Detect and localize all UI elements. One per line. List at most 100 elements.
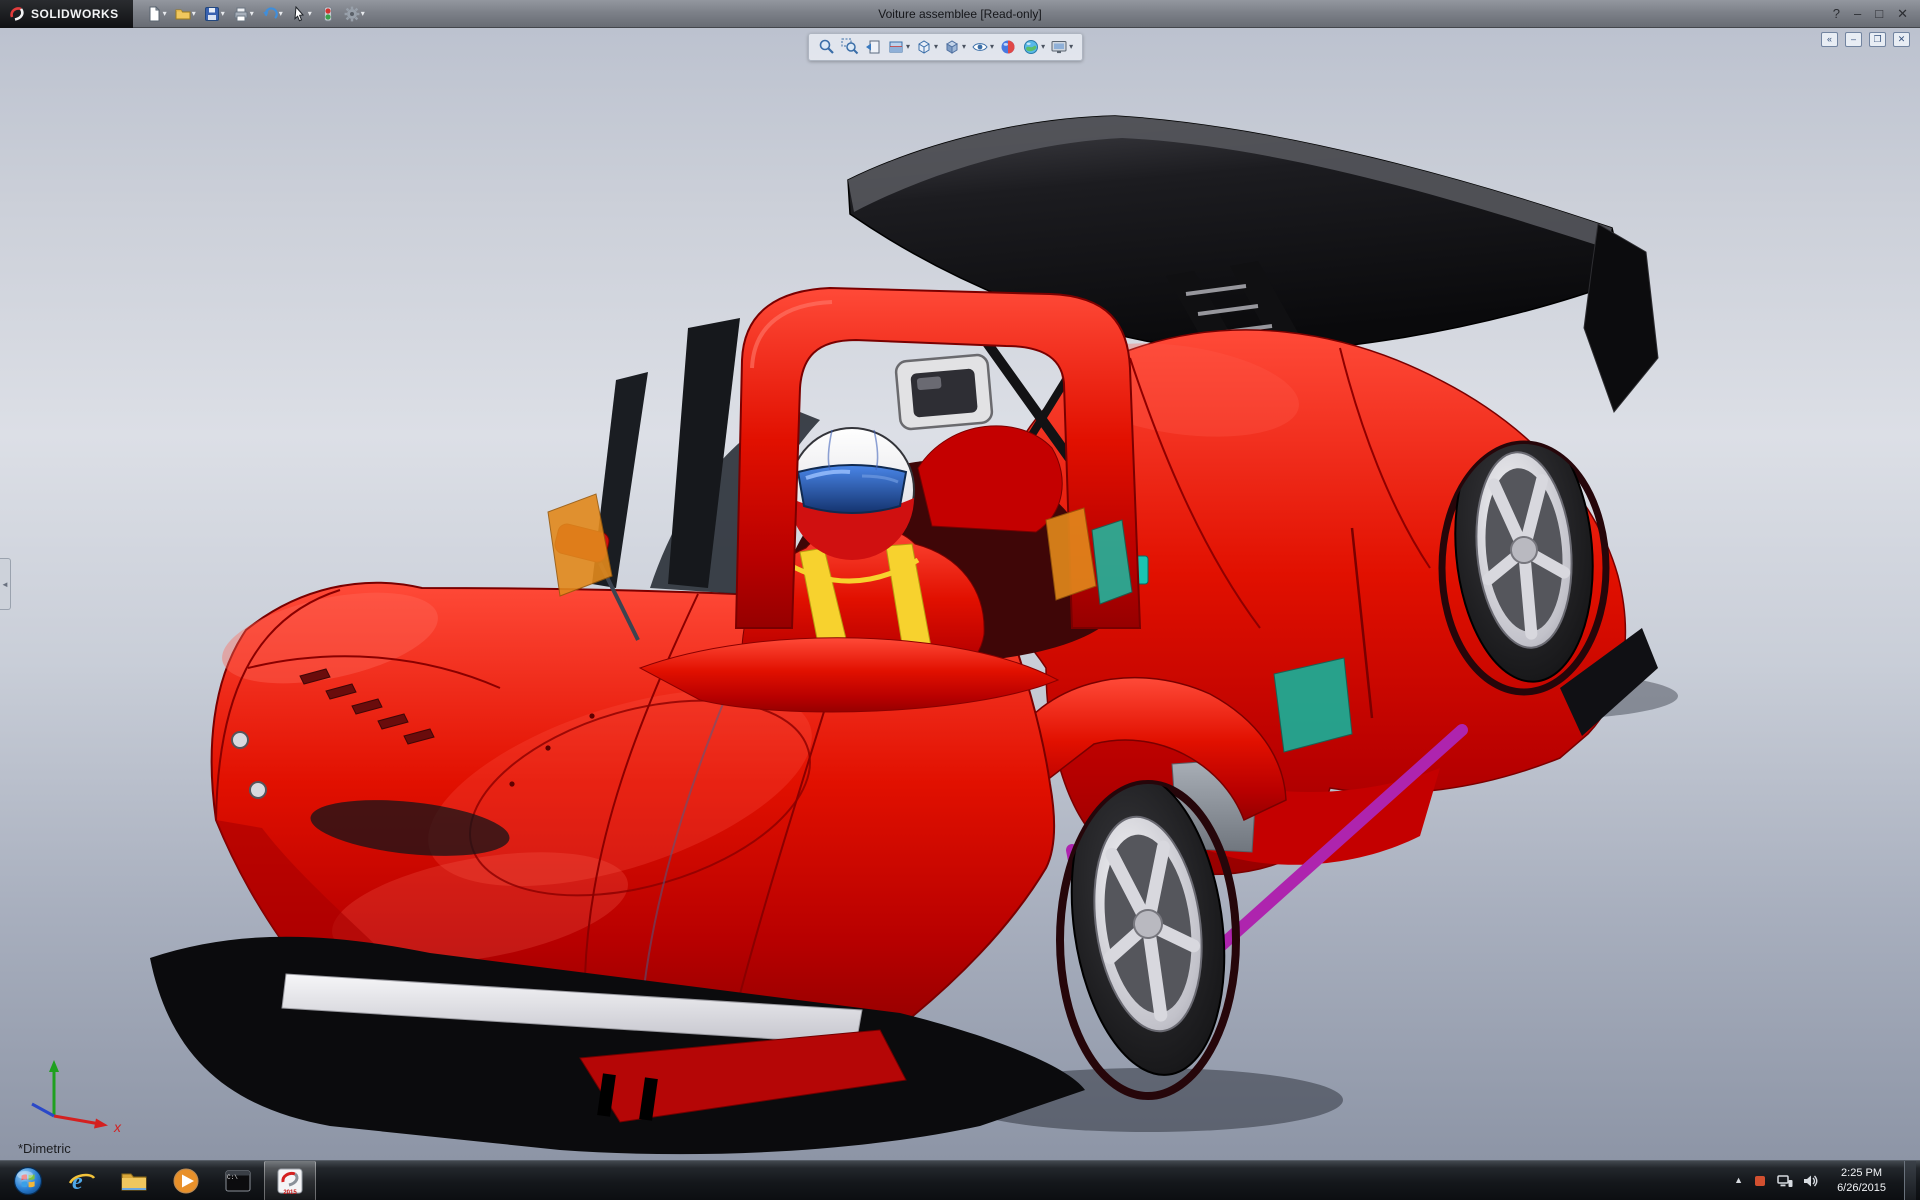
- triad-x-label: x: [113, 1119, 122, 1135]
- print-icon: [234, 7, 248, 21]
- driver-helmet[interactable]: [789, 427, 915, 560]
- new-document-button[interactable]: ▾: [143, 4, 170, 24]
- undo-button[interactable]: ▾: [259, 4, 286, 24]
- zoom-to-area-button[interactable]: [840, 37, 860, 57]
- volume-icon[interactable]: [1803, 1174, 1819, 1188]
- clock-time: 2:25 PM: [1841, 1166, 1883, 1179]
- maximize-button[interactable]: □: [1875, 6, 1883, 21]
- taskbar-internet-explorer[interactable]: e: [56, 1161, 108, 1200]
- clock-date: 6/26/2015: [1837, 1181, 1886, 1194]
- system-tray: ▲ 2:25 PM 6/26/2015: [1734, 1160, 1920, 1200]
- solidworks-logo: SOLIDWORKS: [0, 0, 133, 28]
- view-orientation-label: *Dimetric: [18, 1141, 71, 1156]
- command-prompt-icon: [225, 1170, 251, 1191]
- section-view-button[interactable]: ▾: [886, 37, 911, 57]
- taskbar-file-explorer[interactable]: [108, 1161, 160, 1200]
- toggle-task-pane-icon[interactable]: «: [1821, 32, 1838, 47]
- taskbar-command-prompt[interactable]: C:\: [212, 1161, 264, 1200]
- reference-triad: x: [31, 1060, 122, 1135]
- open-folder-icon: [175, 9, 191, 19]
- new-document-icon: [149, 5, 160, 21]
- dropdown-caret[interactable]: ▾: [906, 43, 910, 51]
- open-button[interactable]: ▾: [172, 4, 199, 24]
- options-button[interactable]: ▾: [341, 4, 368, 24]
- dropdown-caret[interactable]: ▾: [250, 9, 254, 18]
- view-orientation-button[interactable]: ▾: [914, 37, 939, 57]
- tray-app-icon[interactable]: [1753, 1174, 1767, 1188]
- graphics-viewport[interactable]: ▾ ▾ ▾ ▾ ▾ ▾ « – ❐ ✕ ◄ x *Dimetric: [0, 28, 1920, 1160]
- front-right-wheel[interactable]: [1007, 676, 1287, 1100]
- doc-minimize-icon[interactable]: –: [1845, 32, 1862, 47]
- dropdown-caret[interactable]: ▾: [1069, 43, 1073, 51]
- marker-light: [231, 731, 249, 749]
- media-player-icon: [173, 1168, 199, 1193]
- dropdown-caret[interactable]: ▾: [163, 9, 167, 18]
- solidworks-app-year: 2015: [283, 1189, 297, 1196]
- dropdown-caret[interactable]: ▾: [192, 9, 196, 18]
- show-hidden-icons-button[interactable]: ▲: [1734, 1176, 1743, 1185]
- view-settings-button[interactable]: ▾: [1049, 37, 1074, 57]
- wing-endplate[interactable]: [1583, 223, 1659, 414]
- dropdown-caret[interactable]: ▾: [962, 43, 966, 51]
- rebuild-traffic-light-icon: [323, 6, 332, 21]
- close-button[interactable]: ✕: [1897, 6, 1908, 22]
- doc-restore-icon[interactable]: ❐: [1869, 32, 1886, 47]
- display-style-button[interactable]: ▾: [942, 37, 967, 57]
- window-title: Voiture assemblee [Read-only]: [878, 7, 1042, 21]
- edit-appearance-button[interactable]: [998, 37, 1018, 57]
- folder-icon: [121, 1173, 147, 1190]
- dropdown-caret[interactable]: ▾: [990, 43, 994, 51]
- rebuild-button[interactable]: [317, 4, 339, 24]
- hide-show-eye-icon: [972, 43, 988, 51]
- dropdown-caret[interactable]: ▾: [361, 9, 365, 18]
- display-style-cube-icon: [946, 40, 959, 54]
- dropdown-caret[interactable]: ▾: [221, 9, 225, 18]
- doc-close-icon[interactable]: ✕: [1893, 32, 1910, 47]
- windscreen-mirror-housing[interactable]: [894, 353, 994, 431]
- undo-arrow-icon: [262, 6, 278, 19]
- select-cursor-icon: [294, 5, 304, 21]
- model-canvas[interactable]: [0, 28, 1920, 1160]
- network-icon[interactable]: [1777, 1174, 1793, 1188]
- zoom-to-fit-icon: [819, 39, 834, 54]
- view-orientation-cube-icon: [918, 40, 930, 54]
- dropdown-caret[interactable]: ▾: [1041, 43, 1045, 51]
- title-bar: SOLIDWORKS ▾ ▾ ▾ ▾ ▾ ▾ ▾ Voiture assembl…: [0, 0, 1920, 28]
- marker-light: [249, 781, 267, 799]
- heads-up-view-toolbar: ▾ ▾ ▾ ▾ ▾ ▾: [808, 33, 1084, 61]
- print-button[interactable]: ▾: [230, 4, 257, 24]
- helmet-visor: [796, 464, 908, 514]
- minimize-button[interactable]: –: [1854, 6, 1861, 21]
- show-desktop-button[interactable]: [1904, 1160, 1916, 1200]
- zoom-to-area-icon: [841, 38, 859, 55]
- previous-view-icon: [866, 40, 880, 54]
- view-settings-monitor-icon: [1051, 41, 1067, 54]
- command-prompt-label: C:\: [227, 1173, 238, 1181]
- section-view-icon: [889, 41, 903, 53]
- svg-text:e: e: [72, 1169, 83, 1195]
- apply-scene-button[interactable]: ▾: [1021, 37, 1046, 57]
- solidworks-window: SOLIDWORKS ▾ ▾ ▾ ▾ ▾ ▾ ▾ Voiture assembl…: [0, 0, 1920, 1200]
- help-button[interactable]: ?: [1833, 6, 1840, 21]
- previous-view-button[interactable]: [863, 37, 883, 57]
- taskbar-clock[interactable]: 2:25 PM 6/26/2015: [1829, 1166, 1894, 1196]
- options-gear-icon: [344, 6, 360, 21]
- start-button[interactable]: [0, 1161, 56, 1200]
- internet-explorer-icon: e: [68, 1169, 96, 1195]
- dropdown-caret[interactable]: ▾: [308, 9, 312, 18]
- window-controls: ? – □ ✕: [1833, 6, 1920, 22]
- taskbar-media-player[interactable]: [160, 1161, 212, 1200]
- dropdown-caret[interactable]: ▾: [279, 9, 283, 18]
- select-button[interactable]: ▾: [288, 4, 315, 24]
- windows-taskbar: e C:\ 2015 ▲ 2:25 PM 6/26/2015: [0, 1160, 1920, 1200]
- headrest-fairing: [917, 425, 1063, 533]
- save-button[interactable]: ▾: [201, 4, 228, 24]
- hide-show-items-button[interactable]: ▾: [970, 37, 995, 57]
- save-floppy-icon: [204, 6, 219, 21]
- 3ds-swirl-icon: [10, 6, 24, 21]
- zoom-to-fit-button[interactable]: [817, 37, 837, 57]
- taskbar-solidworks-2015[interactable]: 2015: [264, 1160, 316, 1200]
- dropdown-caret[interactable]: ▾: [934, 43, 938, 51]
- main-toolbar: ▾ ▾ ▾ ▾ ▾ ▾ ▾: [133, 4, 368, 24]
- edit-appearance-sphere-icon: [1001, 40, 1015, 54]
